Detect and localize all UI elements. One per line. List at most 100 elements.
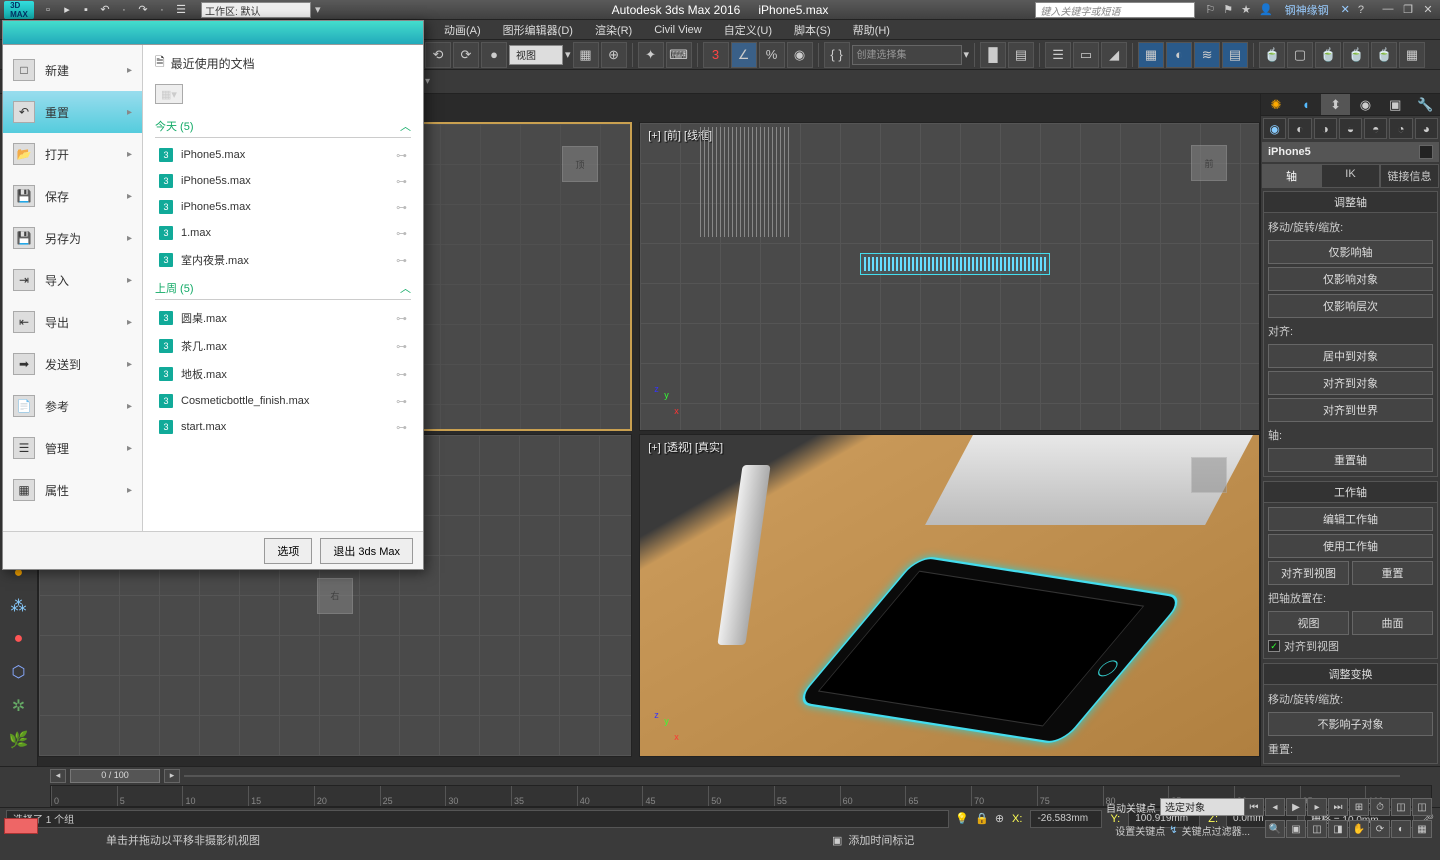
app-logo[interactable]: 3DMAX	[4, 1, 34, 19]
user-icon[interactable]: 👤	[1259, 3, 1273, 16]
viewport-top-right[interactable]: [+] [前] [线框] 前 xyz	[639, 122, 1260, 431]
menu-rendering[interactable]: 渲染(R)	[591, 20, 636, 40]
pin-icon[interactable]: ⊶	[396, 175, 407, 188]
workspace-dropdown-icon[interactable]: ▾	[315, 3, 321, 16]
menu-civilview[interactable]: Civil View	[650, 22, 705, 38]
appmenu-item-导入[interactable]: ⇥导入▸	[3, 259, 142, 301]
tab-modify-icon[interactable]: ◖	[1291, 94, 1321, 115]
goto-end-icon[interactable]: ⏭	[1328, 798, 1348, 816]
tab-linkinfo[interactable]: 链接信息	[1380, 164, 1439, 188]
recent-file[interactable]: 31.max⊶	[155, 220, 411, 246]
particle-icon[interactable]: ⁂	[7, 596, 31, 616]
time-prev-icon[interactable]: ◂	[50, 769, 66, 783]
align-icon[interactable]: ▤	[1008, 42, 1034, 68]
btn-align-to-view[interactable]: 对齐到视图	[1268, 561, 1349, 585]
exchange-icon[interactable]: ✕	[1341, 3, 1350, 16]
subcat-icon[interactable]: ◑	[1314, 118, 1337, 139]
pan-icon[interactable]: ✋	[1349, 820, 1369, 838]
workspace-select[interactable]: 工作区: 默认	[201, 2, 311, 18]
tab-hierarchy-icon[interactable]: ⬍	[1321, 94, 1351, 115]
zoomall-icon[interactable]: ▣	[1286, 820, 1306, 838]
btn-edit-working-pivot[interactable]: 编辑工作轴	[1268, 507, 1433, 531]
subcat-icon[interactable]: ◕	[1415, 118, 1438, 139]
subcat-icon[interactable]: ◐	[1288, 118, 1311, 139]
recent-file[interactable]: 3室内夜景.max⊶	[155, 246, 411, 274]
new-icon[interactable]: ▫	[40, 2, 56, 18]
comm-icon[interactable]: ⚑	[1223, 3, 1233, 16]
viewport-perspective[interactable]: [+] [透视] [真实] xyz	[639, 434, 1260, 757]
subcat-icon[interactable]: ◉	[1263, 118, 1286, 139]
x-coord[interactable]: -26.583mm	[1030, 810, 1102, 828]
spinnersnap-icon[interactable]: ◉	[787, 42, 813, 68]
layer-icon[interactable]: ☰	[1045, 42, 1071, 68]
tab-utilities-icon[interactable]: 🔧	[1410, 94, 1440, 115]
btn-reset[interactable]: 重置	[1352, 561, 1433, 585]
recent-file[interactable]: 3地板.max⊶	[155, 360, 411, 388]
center-icon[interactable]: ⊕	[601, 42, 627, 68]
recent-group-header[interactable]: 上周 (5)︿	[155, 274, 411, 300]
recent-file[interactable]: 3Cosmeticbottle_finish.max⊶	[155, 388, 411, 414]
ref-coord-select[interactable]: 视图	[509, 45, 563, 65]
named-selection-input[interactable]: 创建选择集	[852, 45, 962, 65]
signin-icon[interactable]: ⚐	[1205, 3, 1215, 16]
btn-align-to-world[interactable]: 对齐到世界	[1268, 398, 1433, 422]
bind-icon[interactable]: ●	[481, 42, 507, 68]
menu-customize[interactable]: 自定义(U)	[720, 20, 776, 40]
viewcube[interactable]: 前	[1179, 133, 1239, 193]
next-frame-icon[interactable]: ▸	[1307, 798, 1327, 816]
editnamedselset-icon[interactable]: { }	[824, 42, 850, 68]
isolate-icon[interactable]: ◫	[1391, 798, 1411, 816]
recent-file[interactable]: 3茶几.max⊶	[155, 332, 411, 360]
rollout-adjust-transform[interactable]: 调整变换	[1263, 663, 1438, 685]
recent-file[interactable]: 3iPhone5s.max⊶	[155, 194, 411, 220]
lock-icon[interactable]: 🔒	[975, 812, 989, 825]
maximize-viewport-icon[interactable]: ▦	[1412, 820, 1432, 838]
color-swatch[interactable]	[1419, 145, 1433, 159]
pin-icon[interactable]: ⊶	[396, 254, 407, 267]
pin-icon[interactable]: ⊶	[396, 340, 407, 353]
addtime-label[interactable]: 添加时间标记	[848, 832, 914, 848]
time-next-icon[interactable]: ▸	[164, 769, 180, 783]
anglesnap-icon[interactable]: ∠	[731, 42, 757, 68]
selectonly-icon[interactable]: ▦	[573, 42, 599, 68]
appmenu-item-保存[interactable]: 💾保存▸	[3, 175, 142, 217]
tab-display-icon[interactable]: ▣	[1380, 94, 1410, 115]
time-slider-knob[interactable]: 0 / 100	[70, 769, 160, 783]
options-button[interactable]: 选项	[264, 538, 312, 564]
orbit-icon[interactable]: ⟳	[1370, 820, 1390, 838]
dropdown-icon[interactable]: ▾	[565, 48, 571, 61]
keymode-icon[interactable]: ⊞	[1349, 798, 1369, 816]
render-icon2[interactable]: 🍵	[1343, 42, 1369, 68]
snap3-icon[interactable]: 3	[703, 42, 729, 68]
schematic-icon[interactable]: ▦	[1138, 42, 1164, 68]
camera-icon[interactable]: ⬡	[7, 662, 31, 682]
viewport-label[interactable]: [+] [透视] [真实]	[648, 439, 723, 455]
render-icon[interactable]: 🍵	[1315, 42, 1341, 68]
curve-icon[interactable]: ◢	[1101, 42, 1127, 68]
pin-icon[interactable]: ⊶	[396, 149, 407, 162]
btn-view[interactable]: 视图	[1268, 611, 1349, 635]
percentsnap-icon[interactable]: %	[759, 42, 785, 68]
menu-help[interactable]: 帮助(H)	[849, 20, 894, 40]
pin-icon[interactable]: ⊶	[396, 395, 407, 408]
fov-icon[interactable]: ◨	[1328, 820, 1348, 838]
panorama-icon[interactable]: ▦	[1399, 42, 1425, 68]
help-icon[interactable]: ?	[1358, 4, 1364, 16]
close-button[interactable]: ✕	[1420, 3, 1436, 16]
autokey-button[interactable]: 自动关键点	[1106, 800, 1156, 815]
maximize-button[interactable]: ❐	[1400, 3, 1416, 16]
menu-animation[interactable]: 动画(A)	[440, 20, 485, 40]
pin-icon[interactable]: ⊶	[396, 421, 407, 434]
appmenu-item-打开[interactable]: 📂打开▸	[3, 133, 142, 175]
dropdown-icon[interactable]: ▾	[964, 48, 970, 61]
btn-use-working-pivot[interactable]: 使用工作轴	[1268, 534, 1433, 558]
play-icon[interactable]: ▶	[1286, 798, 1306, 816]
time-slider[interactable]: ◂ 0 / 100 ▸	[0, 767, 1440, 785]
rendered-icon[interactable]: 🍵	[1371, 42, 1397, 68]
btn-affect-hierarchy[interactable]: 仅影响层次	[1268, 294, 1433, 318]
pin-icon[interactable]: ⊶	[396, 312, 407, 325]
recent-file[interactable]: 3iPhone5s.max⊶	[155, 168, 411, 194]
appmenu-item-导出[interactable]: ⇤导出▸	[3, 301, 142, 343]
btn-surface[interactable]: 曲面	[1352, 611, 1433, 635]
tab-axis[interactable]: 轴	[1262, 164, 1321, 188]
